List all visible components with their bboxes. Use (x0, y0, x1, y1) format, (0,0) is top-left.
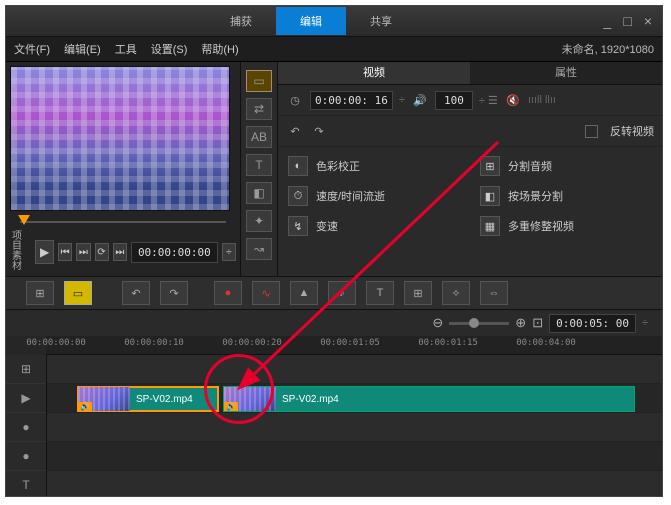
reverse-label: 反转视频 (610, 123, 654, 139)
titlebar: 捕获 编辑 共享 _ □ × (6, 6, 662, 37)
tool-split-audio[interactable]: ⊞分割音频 (470, 151, 662, 181)
volume-icon: 🔊 (411, 91, 429, 109)
effects-button[interactable]: ✧ (442, 281, 470, 305)
auto-music-button[interactable]: ♪ (328, 281, 356, 305)
track-manager-button[interactable]: ⊞ (404, 281, 432, 305)
track-head-overlay[interactable]: ● (6, 413, 46, 442)
end-button[interactable]: ⏭ (113, 243, 127, 261)
redo-button[interactable]: ↷ (160, 281, 188, 305)
tool-multi-trim[interactable]: ▦多重修整视频 (470, 211, 662, 241)
close-button[interactable]: × (644, 13, 652, 29)
menubar: 文件(F) 编辑(E) 工具 设置(S) 帮助(H) 未命名, 1920*108… (6, 37, 662, 62)
zoom-in-icon[interactable]: ⊕ (515, 315, 526, 331)
track-overlay[interactable] (47, 413, 662, 442)
menu-help[interactable]: 帮助(H) (201, 41, 238, 57)
redo-icon[interactable]: ↷ (310, 122, 328, 140)
menu-file[interactable]: 文件(F) (14, 41, 50, 57)
audio-mixer-button[interactable]: ∿ (252, 281, 280, 305)
track-head-overlay2[interactable]: ● (6, 442, 46, 471)
track-video[interactable]: 🔊 SP-V02.mp4 🔊 SP-V02.mp4 (47, 384, 662, 413)
ruler-tick: 00:00:01:05 (320, 338, 380, 348)
volume-input[interactable]: 100 (435, 91, 473, 110)
filter-icon[interactable]: ✦ (246, 210, 272, 232)
tab-share[interactable]: 共享 (346, 7, 416, 35)
track-head-video[interactable]: ▶ (6, 384, 46, 413)
motion-button[interactable]: ⇔ (480, 281, 508, 305)
tool-variable-speed[interactable]: ↯变速 (278, 211, 470, 241)
menu-edit[interactable]: 编辑(E) (64, 41, 101, 57)
menu-tools[interactable]: 工具 (115, 41, 137, 57)
zoom-fit-icon[interactable]: ⊡ (532, 315, 543, 331)
timecode-spin[interactable]: ÷ (222, 243, 236, 261)
ruler-tick: 00:00:00:20 (222, 338, 282, 348)
record-button[interactable]: ● (214, 281, 242, 305)
tab-capture[interactable]: 捕获 (206, 7, 276, 35)
mode-project-label[interactable]: 项目素材 (12, 232, 27, 272)
duration-input[interactable]: 0:00:00: 16 (310, 91, 393, 110)
menu-settings[interactable]: 设置(S) (151, 41, 188, 57)
undo-icon[interactable]: ↶ (286, 122, 304, 140)
marker-button[interactable]: ▲ (290, 281, 318, 305)
tab-edit[interactable]: 编辑 (276, 7, 346, 35)
tool-color[interactable]: ◐色彩校正 (278, 151, 470, 181)
maximize-button[interactable]: □ (623, 13, 631, 29)
zoom-row: ⊖ ⊕ ⊡ 0:00:05: 00 ÷ (6, 310, 662, 336)
tab-video[interactable]: 视频 (278, 62, 470, 84)
project-status: 未命名, 1920*1080 (562, 41, 654, 57)
play-button[interactable]: ▶ (35, 240, 54, 264)
sidebar-tools: ▭ ⇄ AB T ◧ ✦ ↝ (240, 62, 278, 276)
scrub-bar[interactable] (10, 215, 236, 228)
preview-canvas[interactable] (10, 66, 230, 211)
ruler-tick: 00:00:00:00 (26, 338, 86, 348)
ruler-tick: 00:00:04:00 (516, 338, 576, 348)
track-top[interactable] (47, 355, 662, 384)
audio-icon: 🔊 (224, 402, 238, 412)
options-panel: 视频 属性 ◷ 0:00:00: 16 ÷ 🔊 100 ÷ ☰ 🔇 ıııll … (278, 62, 662, 276)
text-icon[interactable]: T (246, 154, 272, 176)
loop-button[interactable]: ⟳ (95, 243, 109, 261)
next-frame-button[interactable]: ⏭ (76, 243, 90, 261)
track-title[interactable] (47, 471, 662, 497)
tool-speed[interactable]: ⏱速度/时间流逝 (278, 181, 470, 211)
clip-name: SP-V02.mp4 (136, 394, 193, 405)
timeline-toolbar: ⊞ ▭ ↶ ↷ ● ∿ ▲ ♪ T ⊞ ✧ ⇔ (6, 276, 662, 310)
storyboard-button[interactable]: ⊞ (26, 281, 54, 305)
clock-icon: ◷ (286, 91, 304, 109)
zoom-out-icon[interactable]: ⊖ (432, 315, 443, 331)
reverse-checkbox[interactable] (585, 125, 598, 138)
preview-timecode[interactable]: 00:00:00:00 (131, 242, 218, 263)
undo-button[interactable]: ↶ (122, 281, 150, 305)
track-headers: ⊞ ▶ ● ● T (6, 355, 47, 497)
transition-icon[interactable]: ⇄ (246, 98, 272, 120)
path-icon[interactable]: ↝ (246, 238, 272, 260)
time-ruler[interactable]: 00:00:00:00 00:00:00:10 00:00:00:20 00:0… (46, 336, 662, 355)
zoom-timecode[interactable]: 0:00:05: 00 (549, 314, 636, 333)
zoom-slider[interactable] (449, 322, 509, 325)
track-area[interactable]: 🔊 SP-V02.mp4 🔊 SP-V02.mp4 (47, 355, 662, 497)
main-tabs: 捕获 编辑 共享 (206, 7, 416, 35)
track-overlay2[interactable] (47, 442, 662, 471)
track-head[interactable]: ⊞ (6, 355, 46, 384)
timeline-button[interactable]: ▭ (64, 281, 92, 305)
media-icon[interactable]: ▭ (246, 70, 272, 92)
clip[interactable]: 🔊 SP-V02.mp4 (223, 386, 635, 412)
minimize-button[interactable]: _ (604, 13, 612, 29)
timeline: 00:00:00:00 00:00:00:10 00:00:00:20 00:0… (6, 336, 662, 497)
tool-scene-split[interactable]: ◧按场景分割 (470, 181, 662, 211)
preview-panel: 项目素材 ▶ ⏮ ⏭ ⟳ ⏭ 00:00:00:00 ÷ (6, 62, 240, 276)
track-head-title[interactable]: T (6, 471, 46, 497)
playhead-icon[interactable] (18, 215, 30, 225)
graphic-icon[interactable]: ◧ (246, 182, 272, 204)
audio-icon: 🔊 (78, 402, 92, 412)
clip[interactable]: 🔊 SP-V02.mp4 (77, 386, 219, 412)
ruler-tick: 00:00:00:10 (124, 338, 184, 348)
title-tool-button[interactable]: T (366, 281, 394, 305)
mute-icon[interactable]: 🔇 (504, 91, 522, 109)
title-icon[interactable]: AB (246, 126, 272, 148)
tab-attributes[interactable]: 属性 (470, 62, 662, 84)
clip-name: SP-V02.mp4 (282, 394, 339, 405)
prev-frame-button[interactable]: ⏮ (58, 243, 72, 261)
ruler-tick: 00:00:01:15 (418, 338, 478, 348)
